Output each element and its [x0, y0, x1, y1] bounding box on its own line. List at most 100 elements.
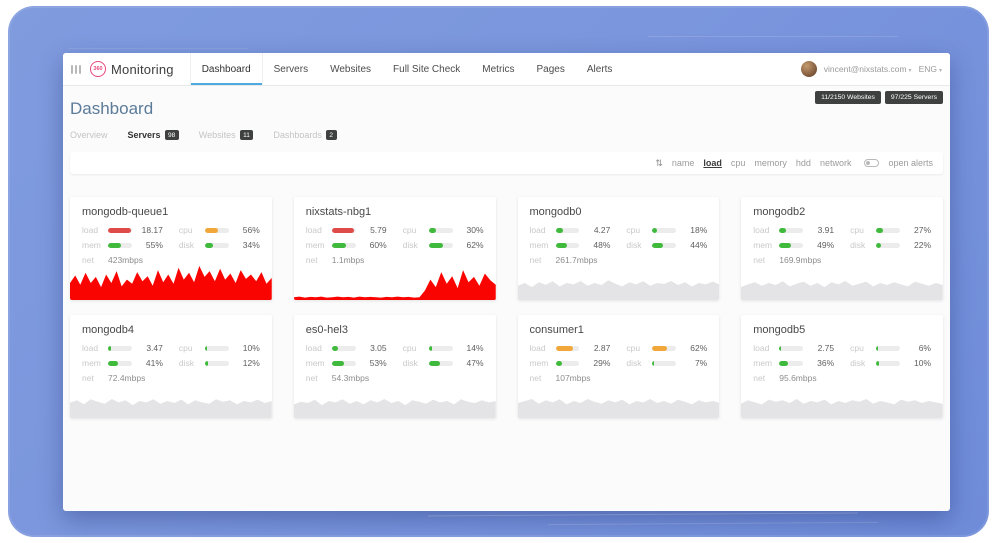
- metric-bar-fill: [429, 243, 444, 248]
- nav-tab-metrics[interactable]: Metrics: [471, 53, 525, 85]
- server-card-nixstats-nbg1[interactable]: nixstats-nbg1load5.79cpu30%mem60%disk62%…: [294, 197, 496, 300]
- nav-tab-full-site-check[interactable]: Full Site Check: [382, 53, 471, 85]
- subtab-label: Servers: [128, 130, 161, 140]
- server-card-es0-hel3[interactable]: es0-hel3load3.05cpu14%mem53%disk47%net54…: [294, 315, 496, 418]
- metric-value-load: 18.17: [138, 225, 163, 235]
- metric-bar-load: [556, 228, 580, 233]
- server-card-mongodb2[interactable]: mongodb2load3.91cpu27%mem49%disk22%net16…: [741, 197, 943, 300]
- metric-bar-load: [108, 228, 132, 233]
- decor-line: [428, 512, 858, 516]
- metric-label-load: load: [306, 343, 326, 353]
- metric-disk: disk47%: [403, 358, 484, 368]
- metric-value-disk: 12%: [235, 358, 260, 368]
- app-window: 360 Monitoring DashboardServersWebsitesF…: [63, 53, 950, 511]
- sort-direction-icon[interactable]: ⇅: [655, 159, 663, 168]
- metric-bar-mem: [108, 361, 132, 366]
- sort-option-hdd[interactable]: hdd: [796, 158, 811, 168]
- metric-label-disk: disk: [850, 358, 870, 368]
- subtab-websites[interactable]: Websites11: [199, 130, 254, 140]
- server-card-mongodb4[interactable]: mongodb4load3.47cpu10%mem41%disk12%net72…: [70, 315, 272, 418]
- metric-value-disk: 7%: [682, 358, 707, 368]
- metric-bar-mem: [556, 361, 580, 366]
- metric-bar-fill: [429, 361, 440, 366]
- server-card-consumer1[interactable]: consumer1load2.87cpu62%mem29%disk7%net10…: [518, 315, 720, 418]
- subtab-count-badge: 2: [326, 130, 337, 140]
- metric-net: net261.7mbps: [518, 250, 720, 265]
- metric-bar-cpu: [429, 228, 453, 233]
- metric-cpu: cpu56%: [179, 225, 260, 235]
- metric-value-cpu: 30%: [459, 225, 484, 235]
- sort-option-memory[interactable]: memory: [754, 158, 787, 168]
- sort-option-cpu[interactable]: cpu: [731, 158, 746, 168]
- metric-bar-fill: [556, 243, 567, 248]
- metric-bar-fill: [205, 243, 213, 248]
- metric-value-mem: 29%: [585, 358, 610, 368]
- server-card-mongodb-queue1[interactable]: mongodb-queue1load18.17cpu56%mem55%disk3…: [70, 197, 272, 300]
- metric-label-cpu: cpu: [850, 343, 870, 353]
- metric-bar-cpu: [652, 228, 676, 233]
- sortbar: ⇅ name loadcpu memory hdd network open alert…: [70, 152, 943, 174]
- metric-value-disk: 44%: [682, 240, 707, 250]
- subtabs: Overview Servers 98 Websites11 Dashboards2: [70, 130, 943, 140]
- metric-bar-fill: [779, 361, 788, 366]
- metric-bar-fill: [205, 361, 208, 366]
- subtab-servers[interactable]: Servers 98: [128, 130, 179, 140]
- sort-option-load[interactable]: load: [703, 158, 722, 168]
- metric-net: net1.1mbps: [294, 250, 496, 265]
- metric-label-disk: disk: [403, 358, 423, 368]
- metric-load: load5.79: [306, 225, 387, 235]
- metric-label-mem: mem: [530, 358, 550, 368]
- nav-tab-dashboard[interactable]: Dashboard: [190, 53, 263, 85]
- open-alerts-toggle-icon[interactable]: [864, 159, 879, 167]
- decor-line: [68, 48, 248, 49]
- server-card-mongodb5[interactable]: mongodb5load2.75cpu6%mem36%disk10%net95.…: [741, 315, 943, 418]
- decor-line: [548, 522, 878, 525]
- server-card-mongodb0[interactable]: mongodb0load4.27cpu18%mem48%disk44%net26…: [518, 197, 720, 300]
- metric-cpu: cpu27%: [850, 225, 931, 235]
- metric-bar-disk: [429, 361, 453, 366]
- metric-bar-mem: [779, 243, 803, 248]
- metric-value-disk: 62%: [459, 240, 484, 250]
- subtab-count-badge: 11: [240, 130, 254, 140]
- metric-mem: mem60%: [306, 240, 387, 250]
- subtab-overview[interactable]: Overview: [70, 130, 108, 140]
- counter-badge-websites[interactable]: 11/2150 Websites: [815, 91, 881, 104]
- dashboard-content: Dashboard 11/2150 Websites97/225 Servers…: [63, 86, 950, 511]
- metric-label-mem: mem: [530, 240, 550, 250]
- page-head: Dashboard 11/2150 Websites97/225 Servers: [70, 86, 943, 119]
- sort-option-name[interactable]: name: [672, 158, 695, 168]
- user-avatar[interactable]: [801, 61, 817, 77]
- metric-bar-mem: [332, 361, 356, 366]
- metric-mem: mem36%: [753, 358, 834, 368]
- metrics: load5.79cpu30%mem60%disk62%: [294, 223, 496, 250]
- metric-disk: disk44%: [626, 240, 707, 250]
- nav-tab-pages[interactable]: Pages: [526, 53, 576, 85]
- nav-tab-websites[interactable]: Websites: [319, 53, 382, 85]
- counter-badge-servers[interactable]: 97/225 Servers: [885, 91, 943, 104]
- user-email-dropdown[interactable]: vincent@nixstats.com▾: [824, 64, 912, 74]
- sort-option-network[interactable]: network: [820, 158, 852, 168]
- logo[interactable]: 360 Monitoring: [90, 53, 174, 85]
- metric-bar-fill: [332, 346, 338, 351]
- nav-tab-servers[interactable]: Servers: [263, 53, 319, 85]
- metric-value-load: 3.47: [138, 343, 163, 353]
- metric-value-load: 3.05: [362, 343, 387, 353]
- server-name: mongodb-queue1: [70, 197, 272, 223]
- metric-value-cpu: 14%: [459, 343, 484, 353]
- metric-bar-cpu: [652, 346, 676, 351]
- metric-label-load: load: [753, 225, 773, 235]
- metric-label-load: load: [753, 343, 773, 353]
- metric-bar-fill: [332, 361, 345, 366]
- metric-bar-disk: [429, 243, 453, 248]
- open-alerts-toggle-label[interactable]: open alerts: [888, 158, 933, 168]
- metrics: load2.87cpu62%mem29%disk7%: [518, 341, 720, 368]
- metric-label-cpu: cpu: [403, 225, 423, 235]
- subtab-dashboards[interactable]: Dashboards2: [273, 130, 336, 140]
- nav-tab-alerts[interactable]: Alerts: [576, 53, 624, 85]
- language-dropdown[interactable]: ENG▾: [919, 64, 942, 74]
- load-sparkline: [294, 266, 496, 300]
- load-sparkline: [70, 384, 272, 418]
- metric-value-mem: 36%: [809, 358, 834, 368]
- subtab-count-badge: 98: [165, 130, 179, 140]
- apps-grid-icon[interactable]: [71, 65, 81, 74]
